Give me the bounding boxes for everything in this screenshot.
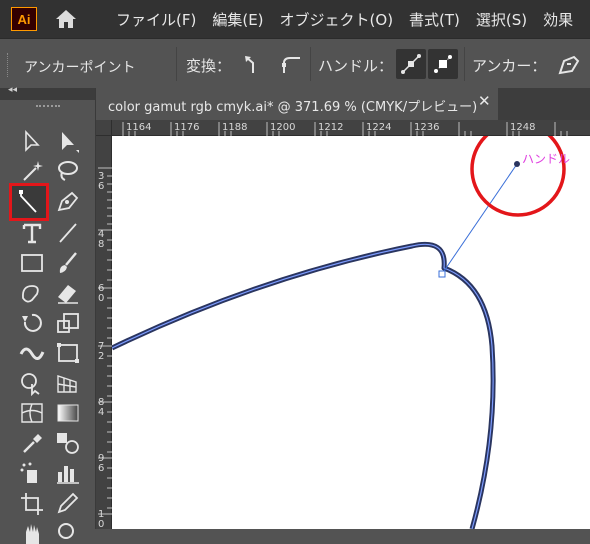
direction-handle-point [514, 161, 520, 167]
ruler-v-label: 10 [98, 509, 105, 530]
app-logo[interactable]: Ai [11, 7, 37, 31]
control-bar: アンカーポイント 変換： ハンドル： アンカー： [0, 38, 590, 90]
shaper-tool-icon[interactable] [18, 280, 46, 306]
highlight-circle [470, 136, 566, 217]
ruler-v-label: 72 [98, 341, 105, 362]
ruler-h-label: 1188 [222, 122, 248, 133]
free-transform-tool-icon[interactable] [54, 340, 82, 366]
control-bar-grip[interactable] [7, 53, 11, 77]
menu-file[interactable]: ファイル(F) [116, 9, 196, 30]
horizontal-ruler[interactable]: 1164 1176 1188 1200 1212 1224 1236 1248 [96, 120, 590, 136]
selection-type-label: アンカーポイント [24, 60, 136, 76]
menu-bar: Ai ファイル(F) 編集(E) オブジェクト(O) 書式(T) 選択(S) 効… [0, 0, 590, 38]
paintbrush-tool-icon[interactable] [54, 250, 82, 276]
hand-tool-icon[interactable] [18, 518, 46, 544]
eyedropper-tool-icon[interactable] [18, 430, 46, 456]
menu-type[interactable]: 書式(T) [409, 9, 460, 30]
mesh-tool-icon[interactable] [18, 400, 46, 426]
shape-builder-tool-icon[interactable] [18, 370, 46, 396]
hide-multiple-handles-button[interactable] [428, 49, 458, 79]
tools-panel-grip[interactable] [36, 105, 60, 110]
perspective-grid-tool-icon[interactable] [54, 370, 82, 396]
ruler-h-label: 1200 [270, 122, 296, 133]
anchor-point [438, 270, 446, 278]
divider [310, 47, 311, 81]
type-tool-icon[interactable] [18, 220, 46, 246]
line-segment-tool-icon[interactable] [54, 220, 82, 246]
selected-path[interactable] [112, 241, 496, 529]
divider [464, 47, 465, 81]
ruler-h-label: 1248 [510, 122, 536, 133]
blend-tool-icon[interactable] [54, 430, 82, 456]
anchor-point-tool-icon[interactable] [9, 183, 49, 221]
handle-label: ハンドル： [318, 57, 394, 75]
handle-annotation: ハンドル [522, 152, 571, 166]
pen-tool-icon[interactable] [54, 188, 82, 214]
ruler-h-label: 1236 [414, 122, 440, 133]
ruler-h-label: 1224 [366, 122, 392, 133]
ruler-v-label: 36 [98, 171, 105, 192]
vertical-ruler[interactable]: 36 48 60 72 84 96 10 [96, 136, 112, 530]
document-tab-title: color gamut rgb cmyk.ai* @ 371.69 % (CMY… [108, 100, 478, 115]
menu-effect[interactable]: 効果 [543, 9, 573, 30]
close-icon[interactable]: ✕ [478, 92, 491, 110]
convert-to-corner-button[interactable] [238, 49, 268, 79]
collapse-icon[interactable]: ◂◂ [8, 85, 17, 95]
ruler-h-label: 1164 [126, 122, 152, 133]
magic-wand-tool-icon[interactable] [18, 158, 46, 184]
show-multiple-handles-button[interactable] [396, 49, 426, 79]
lasso-tool-icon[interactable] [54, 158, 82, 184]
ruler-origin[interactable] [96, 120, 112, 136]
menu-select[interactable]: 選択(S) [476, 9, 527, 30]
direction-handle-line [441, 163, 518, 275]
ruler-v-label: 84 [98, 397, 105, 418]
symbol-sprayer-tool-icon[interactable] [18, 460, 46, 486]
gradient-tool-icon[interactable] [54, 400, 82, 426]
column-graph-tool-icon[interactable] [54, 460, 82, 486]
convert-to-smooth-button[interactable] [276, 49, 306, 79]
ruler-h-label: 1212 [318, 122, 344, 133]
zoom-tool-icon[interactable] [54, 518, 82, 544]
tools-panel-header[interactable]: ◂◂ [0, 85, 95, 100]
eraser-tool-icon[interactable] [54, 280, 82, 306]
tools-panel: ◂◂ [0, 85, 96, 544]
home-icon[interactable] [54, 8, 78, 30]
menu-object[interactable]: オブジェクト(O) [280, 9, 394, 30]
rectangle-tool-icon[interactable] [18, 250, 46, 276]
menu-edit[interactable]: 編集(E) [212, 9, 263, 30]
selection-tool-icon[interactable] [18, 128, 46, 154]
remove-anchor-button[interactable] [554, 49, 584, 79]
ruler-v-label: 60 [98, 283, 105, 304]
direct-selection-tool-icon[interactable] [54, 128, 82, 154]
ruler-h-label: 1176 [174, 122, 200, 133]
ruler-v-label: 96 [98, 453, 105, 474]
pencil-tool-icon[interactable] [54, 490, 82, 516]
artboard-canvas[interactable]: ハンドル [112, 136, 590, 529]
divider [176, 47, 177, 81]
document-tab-bar: color gamut rgb cmyk.ai* @ 371.69 % (CMY… [96, 88, 590, 120]
document-tab[interactable]: color gamut rgb cmyk.ai* @ 371.69 % (CMY… [96, 88, 498, 120]
artboard-tool-icon[interactable] [18, 490, 46, 516]
rotate-tool-icon[interactable] [18, 310, 46, 336]
convert-label: 変換： [186, 57, 232, 75]
scale-tool-icon[interactable] [54, 310, 82, 336]
width-tool-icon[interactable] [18, 340, 46, 366]
main-menu: ファイル(F) 編集(E) オブジェクト(O) 書式(T) 選択(S) 効果 [116, 0, 589, 38]
anchor-label: アンカー： [472, 57, 547, 75]
ruler-v-label: 48 [98, 229, 105, 250]
